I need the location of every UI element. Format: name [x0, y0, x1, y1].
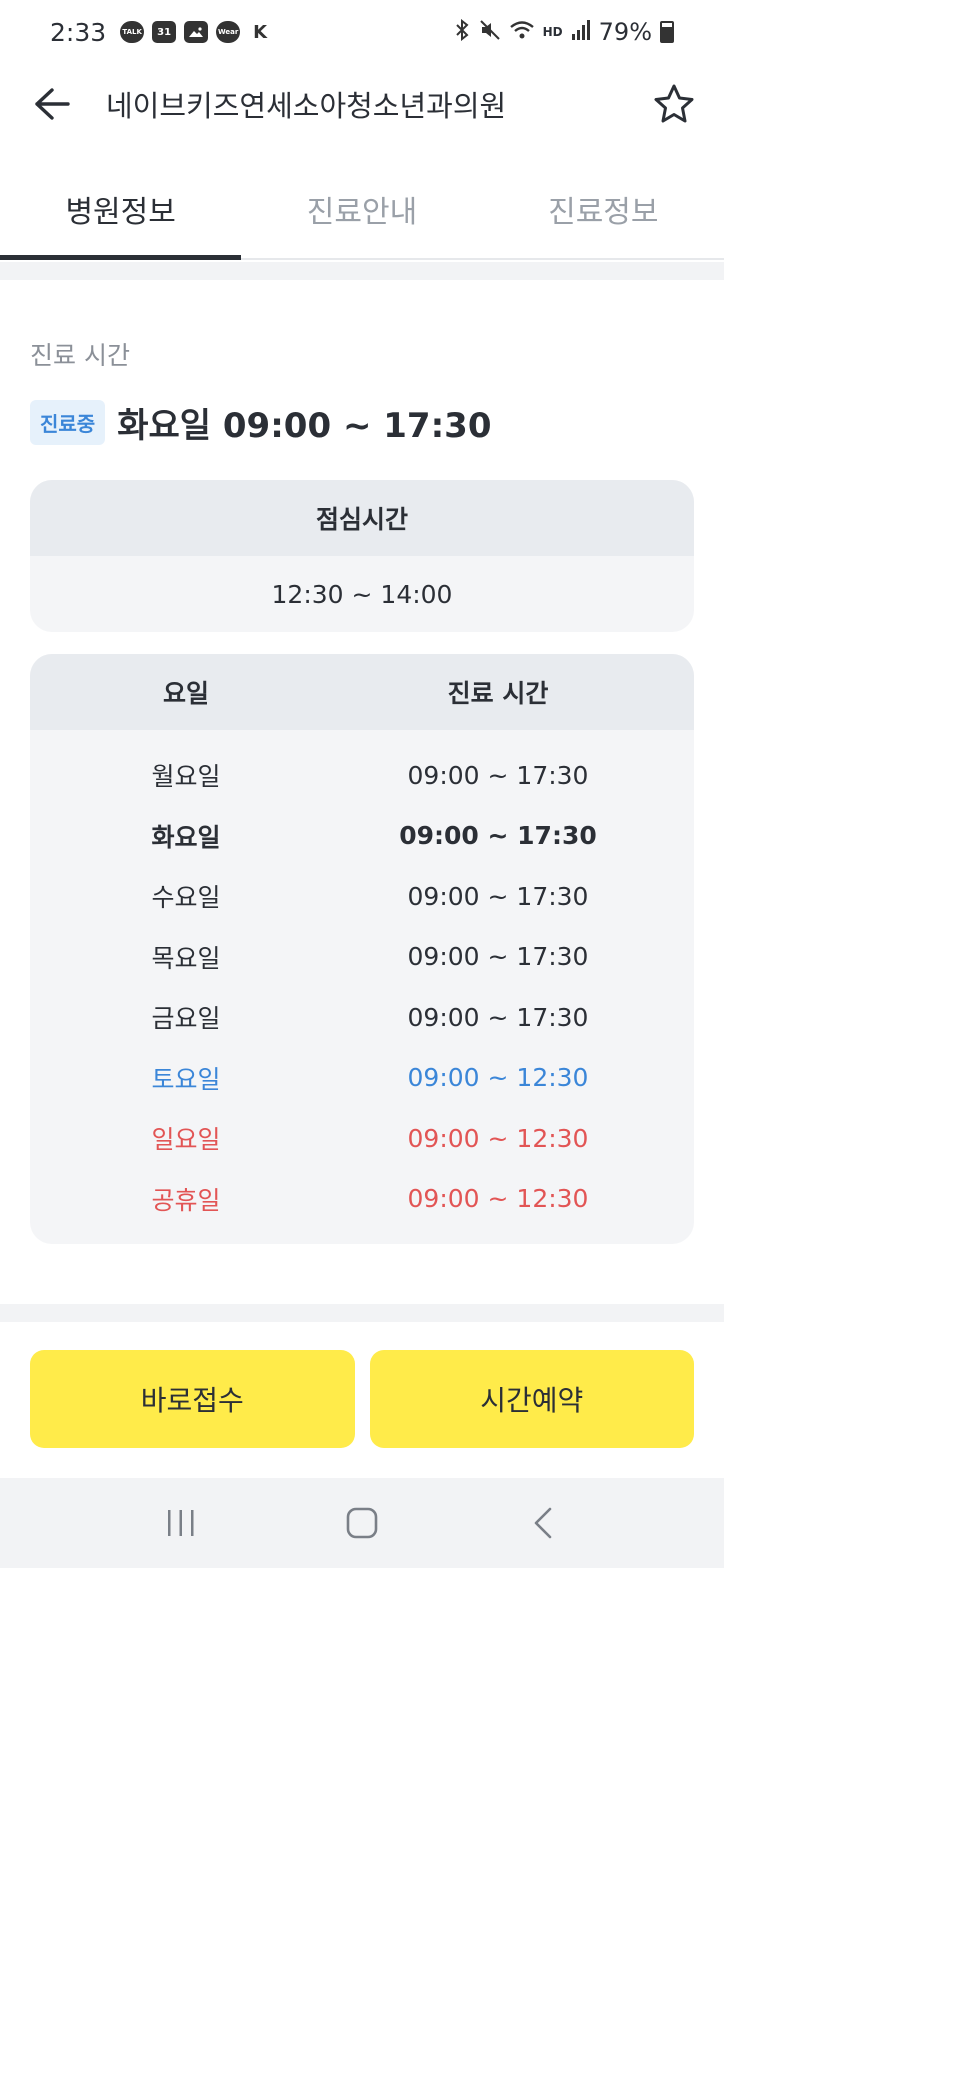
row-time: 09:00 ~ 17:30 — [407, 942, 589, 972]
app-header: 네이브키즈연세소아청소년과의원 — [0, 64, 724, 144]
lunch-time: 12:30 ~ 14:00 — [271, 579, 453, 609]
arrow-left-icon — [35, 88, 70, 120]
table-row-today: 화요일 09:00 ~ 17:30 — [30, 806, 694, 867]
row-day: 목요일 — [151, 943, 221, 973]
table-row: 목요일 09:00 ~ 17:30 — [30, 927, 694, 988]
header-time: 진료 시간 — [447, 679, 549, 708]
kakaotalk-notification-icon: TALK — [120, 21, 145, 43]
row-day: 화요일 — [151, 822, 221, 852]
mute-icon — [479, 19, 501, 45]
star-icon — [654, 84, 694, 123]
table-row-sunday: 일요일 09:00 ~ 12:30 — [30, 1108, 694, 1169]
section-divider — [0, 1304, 724, 1322]
row-day: 금요일 — [151, 1004, 221, 1034]
table-row-holiday: 공휴일 09:00 ~ 12:30 — [30, 1169, 694, 1230]
row-time: 09:00 ~ 12:30 — [407, 1184, 589, 1214]
section-label: 진료 시간 — [30, 341, 130, 370]
wifi-icon — [509, 19, 535, 45]
battery-percent: 79% — [598, 18, 652, 46]
bluetooth-icon — [453, 18, 471, 45]
system-back-button[interactable] — [513, 1493, 573, 1553]
row-day: 수요일 — [151, 883, 221, 913]
status-left: 2:33 TALK 31 Wear K — [50, 18, 272, 47]
row-day: 공휴일 — [151, 1185, 221, 1215]
row-time: 09:00 ~ 17:30 — [407, 1002, 589, 1032]
signal-icon — [571, 19, 591, 45]
status-badge: 진료중 — [30, 400, 106, 445]
today-hours-text: 화요일 09:00 ~ 17:30 — [117, 406, 492, 446]
table-row: 월요일 09:00 ~ 17:30 — [30, 745, 694, 806]
table-row-saturday: 토요일 09:00 ~ 12:30 — [30, 1048, 694, 1109]
table-row: 금요일 09:00 ~ 17:30 — [30, 987, 694, 1048]
row-time: 09:00 ~ 17:30 — [407, 881, 589, 911]
gallery-notification-icon — [184, 21, 209, 43]
k-notification-icon: K — [253, 21, 268, 43]
home-icon — [346, 1507, 378, 1539]
walk-in-button[interactable]: 바로접수 — [30, 1350, 355, 1448]
favorite-button[interactable] — [646, 76, 702, 132]
today-hours: 진료중 화요일 09:00 ~ 17:30 — [30, 398, 492, 447]
calendar-notification-icon: 31 — [152, 21, 177, 43]
battery-level-fill — [662, 26, 672, 41]
tab-treatment-guide[interactable]: 진료안내 — [241, 160, 482, 258]
action-buttons: 바로접수 시간예약 — [30, 1350, 694, 1448]
status-time: 2:33 — [50, 17, 107, 47]
row-time: 09:00 ~ 12:30 — [407, 1123, 589, 1153]
table-body: 월요일 09:00 ~ 17:30 화요일 09:00 ~ 17:30 수요일 … — [30, 730, 694, 1229]
tab-treatment-info[interactable]: 진료정보 — [483, 160, 724, 258]
tab-hospital-info[interactable]: 병원정보 — [0, 160, 242, 260]
page-title: 네이브키즈연세소아청소년과의원 — [106, 89, 507, 123]
row-day: 일요일 — [151, 1125, 221, 1155]
row-day: 월요일 — [151, 762, 221, 792]
row-time: 09:00 ~ 17:30 — [399, 821, 597, 851]
system-nav-bar — [0, 1478, 724, 1568]
row-time: 09:00 ~ 12:30 — [407, 1063, 589, 1093]
reservation-button[interactable]: 시간예약 — [369, 1350, 694, 1448]
header-day: 요일 — [162, 679, 209, 708]
recent-apps-button[interactable] — [151, 1493, 211, 1553]
status-right: HD 79% — [453, 18, 674, 46]
status-bar: 2:33 TALK 31 Wear K HD 79% — [0, 0, 724, 64]
back-button[interactable] — [24, 76, 80, 132]
section-divider — [0, 262, 724, 280]
lunch-card: 점심시간 12:30 ~ 14:00 — [30, 480, 694, 632]
tab-bar: 병원정보 진료안내 진료정보 — [0, 160, 724, 260]
battery-icon — [660, 21, 674, 43]
hours-table: 요일 진료 시간 월요일 09:00 ~ 17:30 화요일 09:00 ~ 1… — [30, 654, 694, 1244]
recent-apps-icon — [167, 1510, 194, 1536]
chevron-left-icon — [535, 1507, 552, 1539]
home-button[interactable] — [332, 1493, 392, 1553]
lunch-title: 점심시간 — [30, 480, 694, 556]
row-day: 토요일 — [151, 1064, 221, 1094]
row-time: 09:00 ~ 17:30 — [407, 760, 589, 790]
table-row: 수요일 09:00 ~ 17:30 — [30, 866, 694, 927]
wear-notification-icon: Wear — [216, 21, 241, 43]
table-header: 요일 진료 시간 — [30, 654, 694, 730]
hd-voice-icon: HD — [542, 25, 563, 39]
